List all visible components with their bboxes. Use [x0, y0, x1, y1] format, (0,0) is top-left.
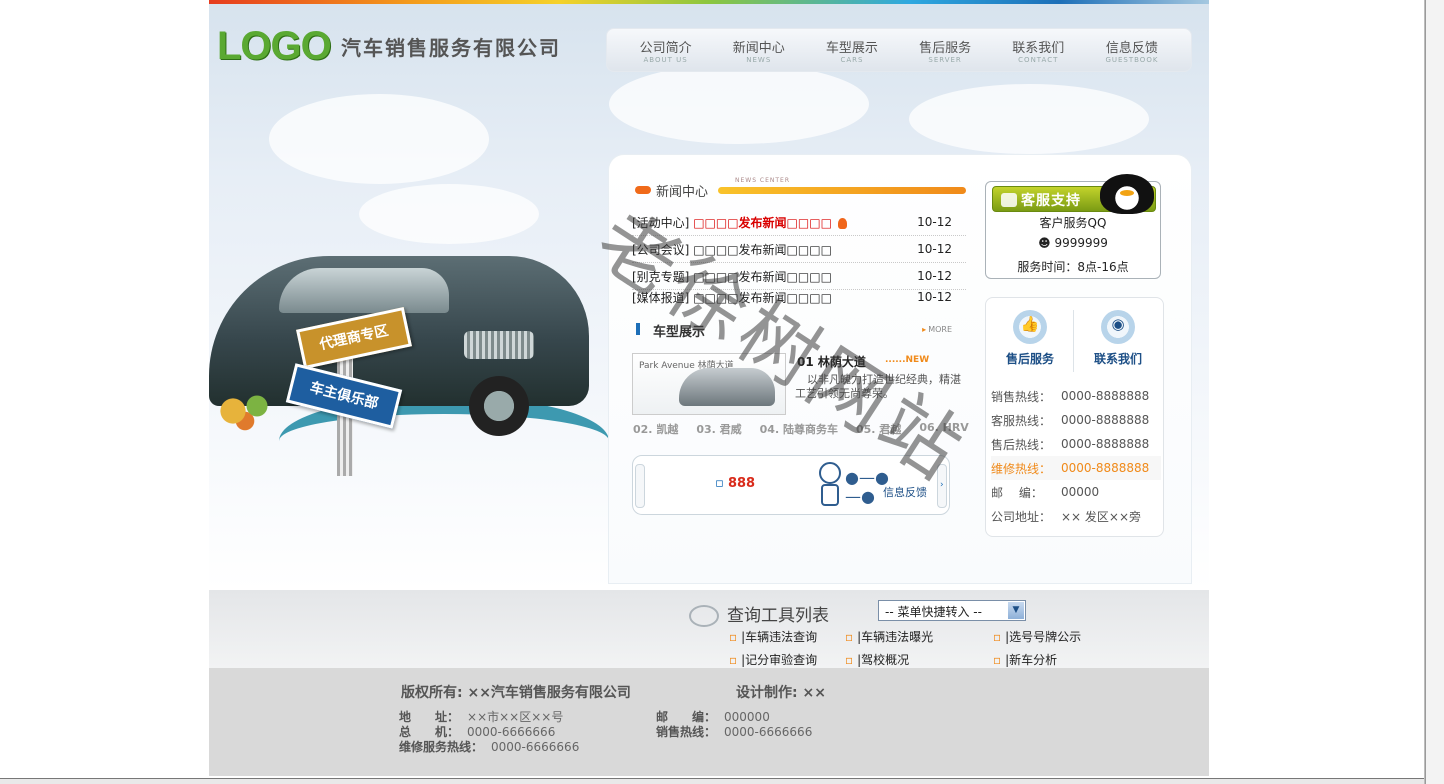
car-thumbnail[interactable]: Park Avenue 林荫大道 [632, 353, 786, 415]
qq-number[interactable]: ☻ 9999999 [986, 236, 1160, 250]
footer-sales-hotline: 销售热线： 0000-6666666 [656, 725, 813, 739]
news-list: [活动中心] □□□□发布新闻□□□□ 10-12 [公司会议] □□□□发布新… [632, 209, 966, 304]
tool-link[interactable]: |驾校概况 [845, 651, 993, 668]
car-model-link[interactable]: 03. 君威 [696, 421, 741, 437]
prev-button[interactable] [635, 464, 645, 508]
featured-car-title[interactable]: 01 林荫大道 [797, 353, 866, 370]
logo[interactable]: LOGO [217, 24, 332, 69]
nav-contact[interactable]: 联系我们 CONTACT [1012, 37, 1064, 64]
new-badge: ......NEW [885, 355, 930, 365]
feedback-banner: 888 ●—●—● 信息反馈 › [632, 455, 950, 515]
nav-about[interactable]: 公司简介 ABOUT US [640, 37, 692, 64]
feedback-link[interactable]: 信息反馈 [883, 484, 927, 500]
tool-link[interactable]: |新车分析 [993, 651, 1143, 668]
tool-link[interactable]: |车辆违法曝光 [845, 628, 993, 645]
query-tools: 查询工具列表 -- 菜单快捷转入 -- ▼ |车辆违法查询 |车辆违法曝光 |选… [209, 590, 1209, 668]
nav-cars[interactable]: 车型展示 CARS [826, 37, 878, 64]
contact-row: 售后热线： 0000-8888888 [991, 437, 1150, 452]
nav-news[interactable]: 新闻中心 NEWS [733, 37, 785, 64]
company-name: 汽车销售服务有限公司 [341, 36, 561, 60]
tab-contact-us[interactable]: ◉ 联系我们 [1078, 310, 1158, 367]
service-hours: 服务时间：8点-16点 [1017, 260, 1129, 274]
featured-car-description: 以非凡魄力打造世纪经典，精湛工艺引领无尚尊荣。 [795, 373, 961, 400]
quick-menu-select[interactable]: -- 菜单快捷转入 -- ▼ [878, 600, 1026, 621]
news-item[interactable]: [媒体报道] □□□□发布新闻□□□□ 10-12 [632, 290, 966, 304]
main-nav: 公司简介 ABOUT US 新闻中心 NEWS 车型展示 CARS 售后服务 SERVE… [606, 28, 1192, 72]
copyright: 版权所有: ××汽车销售服务有限公司 [401, 685, 631, 701]
car-model-link[interactable]: 04. 陆尊商务车 [760, 421, 838, 437]
nav-service[interactable]: 售后服务 SERVER [919, 37, 971, 64]
designer: 设计制作: ×× [736, 685, 826, 701]
qq-penguin-icon [1100, 174, 1154, 214]
thumbs-up-icon: 👍 [1020, 315, 1040, 333]
contact-box: 👍 售后服务 ◉ 联系我们 销售热线： 0000-8888888 客服热线： 000… [985, 297, 1164, 537]
news-header: 新闻中心 NEWS CENTER [633, 177, 966, 200]
phone-icon [1001, 193, 1017, 207]
contact-row: 邮 编： 00000 [991, 485, 1100, 500]
customer-service-box: 客服支持 客户服务QQ ☻ 9999999 服务时间：8点-16点 [985, 174, 1161, 279]
next-button[interactable]: › [937, 464, 947, 508]
page: LOGO 汽车销售服务有限公司 公司简介 ABOUT US 新闻中心 NEWS 车型… [209, 0, 1209, 776]
feedback-value: 888 [715, 476, 755, 491]
car-model-link[interactable]: 02. 凯越 [633, 421, 678, 437]
contact-row: 维修热线： 0000-8888888 [991, 456, 1161, 480]
tab-after-sales[interactable]: 👍 售后服务 [990, 310, 1070, 367]
tool-link[interactable]: |车辆违法查询 [729, 628, 845, 645]
nav-guestbook[interactable]: 信息反馈 GUESTBOOK [1105, 37, 1158, 64]
footer-repair-hotline: 维修服务热线： 0000-6666666 [399, 740, 580, 754]
contact-list: 销售热线： 0000-8888888 客服热线： 0000-8888888 售后热线… [991, 384, 1161, 528]
news-item[interactable]: [活动中心] □□□□发布新闻□□□□ 10-12 [632, 209, 966, 236]
tool-link[interactable]: |选号号牌公示 [993, 628, 1143, 645]
hot-icon [837, 217, 847, 229]
bottom-border [0, 778, 1424, 784]
tools-links: |车辆违法查询 |车辆违法曝光 |选号号牌公示 |记分审验查询 |驾校概况 |新… [729, 628, 1149, 668]
news-item[interactable]: [公司会议] □□□□发布新闻□□□□ 10-12 [632, 236, 966, 263]
car-model-link[interactable]: 06. HRV [919, 421, 969, 437]
camera-icon: ◉ [1111, 315, 1125, 333]
footer: 版权所有: ××汽车销售服务有限公司 设计制作: ×× 地 址： ××市××区××… [209, 668, 1209, 776]
qq-title: 客户服务QQ [1039, 216, 1107, 230]
contact-row: 销售热线： 0000-8888888 [991, 389, 1150, 404]
contact-row: 公司地址： ×× 发区××旁 [991, 509, 1142, 524]
car-show-header: 车型展示 MORE [636, 321, 952, 340]
qq-icon: ☻ [1038, 236, 1055, 250]
content-panel: 新闻中心 NEWS CENTER [活动中心] □□□□发布新闻□□□□ 10-… [608, 154, 1192, 584]
contact-row: 客服热线： 0000-8888888 [991, 413, 1150, 428]
car-model-list: 02. 凯越 03. 君威 04. 陆尊商务车 05. 君越 06. HRV [633, 421, 973, 437]
vertical-scrollbar[interactable] [1424, 0, 1444, 784]
more-link[interactable]: MORE [922, 325, 952, 334]
car-model-link[interactable]: 05. 君越 [856, 421, 901, 437]
news-item[interactable]: [别克专题] □□□□发布新闻□□□□ 10-12 [632, 263, 966, 290]
tool-link[interactable]: |记分审验查询 [729, 651, 845, 668]
person-icon [819, 462, 841, 510]
tools-title: 查询工具列表 [689, 601, 829, 627]
chevron-down-icon[interactable]: ▼ [1008, 602, 1024, 619]
hero-car-image: 代理商专区 车主俱乐部 [209, 236, 609, 496]
